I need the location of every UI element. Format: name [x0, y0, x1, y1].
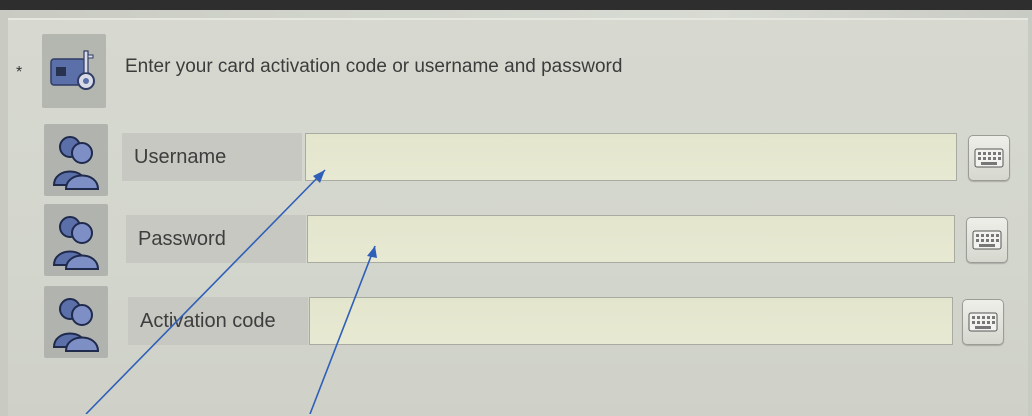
card-key-icon	[42, 34, 106, 108]
keyboard-icon	[974, 148, 1004, 168]
password-label: Password	[126, 215, 306, 263]
username-field[interactable]	[305, 133, 957, 181]
password-field[interactable]	[307, 215, 955, 263]
keyboard-icon	[972, 230, 1002, 250]
activation-code-label: Activation code	[128, 297, 308, 345]
username-users-icon	[44, 124, 108, 196]
login-instruction: Enter your card activation code or usern…	[125, 56, 623, 77]
activation-code-field[interactable]	[309, 297, 953, 345]
password-users-icon	[44, 204, 108, 276]
required-marker: *	[16, 64, 23, 81]
top-bar	[0, 0, 1032, 10]
password-keyboard-button[interactable]	[966, 217, 1008, 263]
username-keyboard-button[interactable]	[968, 135, 1010, 181]
activation-code-keyboard-button[interactable]	[962, 299, 1004, 345]
keyboard-icon	[968, 312, 998, 332]
activation-users-icon	[44, 286, 108, 358]
username-label: Username	[122, 133, 302, 181]
